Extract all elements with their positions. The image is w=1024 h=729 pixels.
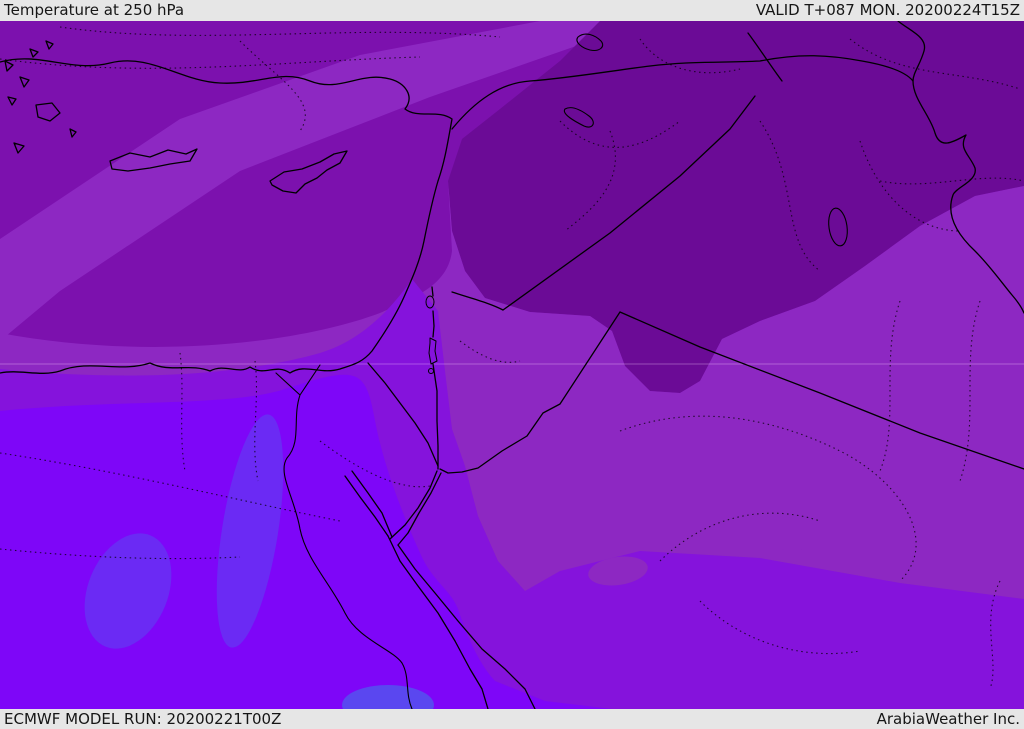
map-title: Temperature at 250 hPa bbox=[4, 1, 185, 19]
weather-map bbox=[0, 21, 1024, 709]
map-svg bbox=[0, 21, 1024, 709]
header-bar: Temperature at 250 hPa VALID T+087 MON. … bbox=[0, 0, 1024, 21]
model-run-label: ECMWF MODEL RUN: 20200221T00Z bbox=[4, 709, 282, 728]
provider-credit: ArabiaWeather Inc. bbox=[876, 709, 1020, 728]
footer-bar: ECMWF MODEL RUN: 20200221T00Z ArabiaWeat… bbox=[0, 709, 1024, 729]
temp-band-dark-spot-south2 bbox=[777, 548, 807, 562]
valid-time-label: VALID T+087 MON. 20200224T15Z bbox=[755, 1, 1020, 19]
